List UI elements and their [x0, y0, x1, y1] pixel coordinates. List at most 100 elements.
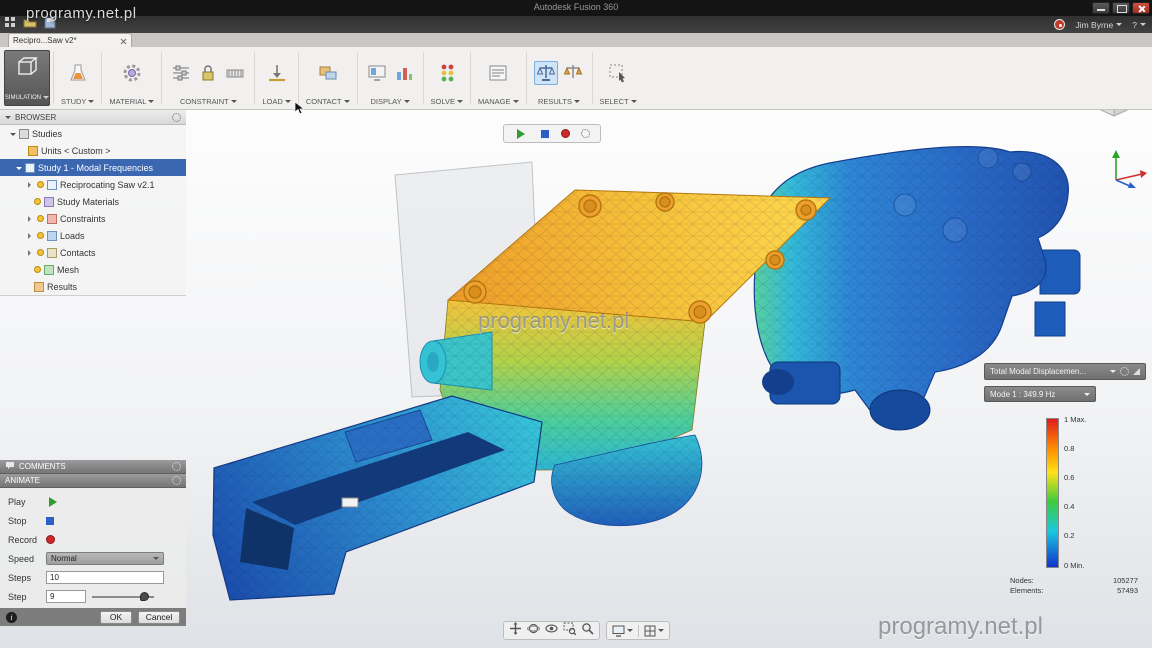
ribbon-group-label[interactable]: DISPLAY	[370, 97, 409, 106]
expander-icon[interactable]	[28, 216, 34, 222]
study-icon	[25, 163, 35, 173]
gear-icon[interactable]	[172, 476, 181, 485]
steps-input[interactable]	[46, 571, 164, 584]
watermark-text: programy.net.pl	[878, 613, 1043, 641]
ribbon-group-label[interactable]: SOLVE	[431, 97, 463, 106]
visibility-bulb-icon[interactable]	[37, 249, 44, 256]
manage-icon[interactable]	[486, 61, 510, 85]
settings-gear-icon[interactable]	[581, 129, 590, 138]
ribbon-group-label[interactable]: CONSTRAINT	[180, 97, 237, 106]
ribbon-group-label[interactable]: LOAD	[262, 97, 290, 106]
step-slider[interactable]	[92, 590, 154, 603]
cancel-button[interactable]: Cancel	[138, 611, 180, 624]
expander-icon[interactable]	[10, 133, 16, 139]
step-input[interactable]	[46, 590, 86, 603]
gear-icon[interactable]	[172, 462, 181, 471]
ok-button[interactable]: OK	[100, 611, 132, 624]
expander-icon[interactable]	[28, 233, 34, 239]
stop-icon[interactable]	[541, 130, 549, 138]
3d-viewport[interactable]: programy.net.pl programy.net.pl BROWSER …	[0, 110, 1152, 648]
load-icon[interactable]	[265, 61, 289, 85]
visibility-bulb-icon[interactable]	[37, 181, 44, 188]
new-study-icon[interactable]	[66, 61, 90, 85]
record-icon[interactable]	[46, 535, 55, 544]
help-menu[interactable]: ?	[1132, 20, 1146, 30]
browser-item-mesh[interactable]: Mesh	[0, 261, 186, 278]
record-icon[interactable]	[561, 129, 570, 138]
browser-item-studies[interactable]: Studies	[0, 125, 186, 142]
comments-header[interactable]: COMMENTS	[0, 460, 186, 474]
browser-item-contacts[interactable]: Contacts	[0, 244, 186, 261]
display-monitor-icon[interactable]	[365, 61, 389, 85]
result-type-dropdown[interactable]: Total Modal Displacemen...	[984, 363, 1146, 380]
browser-item-loads[interactable]: Loads	[0, 227, 186, 244]
notification-icon[interactable]	[1054, 19, 1065, 30]
orbit-icon[interactable]	[527, 622, 540, 640]
results-compare-icon[interactable]	[561, 61, 585, 85]
workspace-switcher[interactable]: SIMULATION	[4, 50, 50, 106]
play-icon[interactable]	[517, 129, 530, 139]
model-front-arm[interactable]	[213, 396, 542, 600]
browser-item-study1[interactable]: Study 1 - Modal Frequencies	[0, 159, 186, 176]
lock-constraint-icon[interactable]	[196, 61, 220, 85]
comment-bubble-icon	[5, 461, 15, 472]
view-cube[interactable]: FRONT	[1082, 110, 1146, 131]
ribbon-group-label[interactable]: MATERIAL	[109, 97, 154, 106]
browser-item-results[interactable]: Results	[0, 278, 186, 295]
look-at-icon[interactable]	[545, 622, 558, 640]
info-icon[interactable]: i	[6, 612, 17, 623]
pan-icon[interactable]	[509, 622, 522, 640]
user-menu[interactable]: Jim Byrne	[1075, 20, 1122, 30]
browser-item-constraints[interactable]: Constraints	[0, 210, 186, 227]
display-settings-menu[interactable]	[612, 625, 633, 637]
ribbon-group-label[interactable]: SELECT	[600, 97, 637, 106]
ribbon-group-label[interactable]: RESULTS	[538, 97, 580, 106]
mode-dropdown[interactable]: Mode 1 : 349.9 Hz	[984, 386, 1096, 402]
comb-constraint-icon[interactable]	[223, 61, 247, 85]
solve-icon[interactable]	[435, 61, 459, 85]
document-tab[interactable]: Recipro...Saw v2*	[8, 33, 132, 47]
workspace-label: SIMULATION	[5, 95, 41, 101]
contact-icon[interactable]	[316, 61, 340, 85]
display-chart-icon[interactable]	[392, 61, 416, 85]
visibility-bulb-icon[interactable]	[34, 198, 41, 205]
slider-handle-icon[interactable]	[140, 592, 149, 601]
close-button[interactable]	[1132, 2, 1150, 14]
browser-item-units[interactable]: Units < Custom >	[0, 142, 186, 159]
visibility-bulb-icon[interactable]	[37, 215, 44, 222]
zoom-icon[interactable]	[581, 622, 594, 640]
gear-icon[interactable]	[1120, 367, 1129, 376]
browser-item-materials[interactable]: Study Materials	[0, 193, 186, 210]
app-menu-icon[interactable]	[4, 16, 17, 34]
expand-corner-icon[interactable]	[1133, 368, 1140, 375]
legend-tick-label: 0.6	[1064, 473, 1074, 482]
expander-icon[interactable]	[28, 182, 34, 188]
folder-icon	[19, 129, 29, 139]
expander-icon[interactable]	[16, 167, 22, 173]
grid-settings-menu[interactable]	[644, 625, 664, 637]
stop-label: Stop	[0, 516, 46, 526]
animate-header[interactable]: ANIMATE	[0, 474, 186, 488]
ribbon-group-load: LOAD	[256, 47, 296, 109]
expander-icon[interactable]	[28, 250, 34, 256]
visibility-bulb-icon[interactable]	[34, 266, 41, 273]
gear-icon[interactable]	[172, 113, 181, 122]
ribbon-group-label[interactable]: CONTACT	[306, 97, 350, 106]
zoom-window-icon[interactable]	[563, 622, 576, 640]
stop-icon[interactable]	[46, 517, 54, 525]
ribbon-group-label[interactable]: STUDY	[61, 97, 94, 106]
ribbon-group-label[interactable]: MANAGE	[478, 97, 519, 106]
speed-dropdown[interactable]: Normal	[46, 552, 164, 565]
maximize-button[interactable]	[1112, 2, 1130, 14]
results-scale-icon[interactable]	[534, 61, 558, 85]
sliders-icon[interactable]	[169, 61, 193, 85]
browser-item-model[interactable]: Reciprocating Saw v2.1	[0, 176, 186, 193]
select-icon[interactable]	[606, 61, 630, 85]
simulation-workspace-icon	[15, 55, 39, 84]
material-icon[interactable]	[120, 61, 144, 85]
steps-label: Steps	[0, 573, 46, 583]
visibility-bulb-icon[interactable]	[37, 232, 44, 239]
browser-header[interactable]: BROWSER	[0, 110, 186, 125]
play-icon[interactable]	[49, 497, 62, 507]
minimize-button[interactable]	[1092, 2, 1110, 14]
